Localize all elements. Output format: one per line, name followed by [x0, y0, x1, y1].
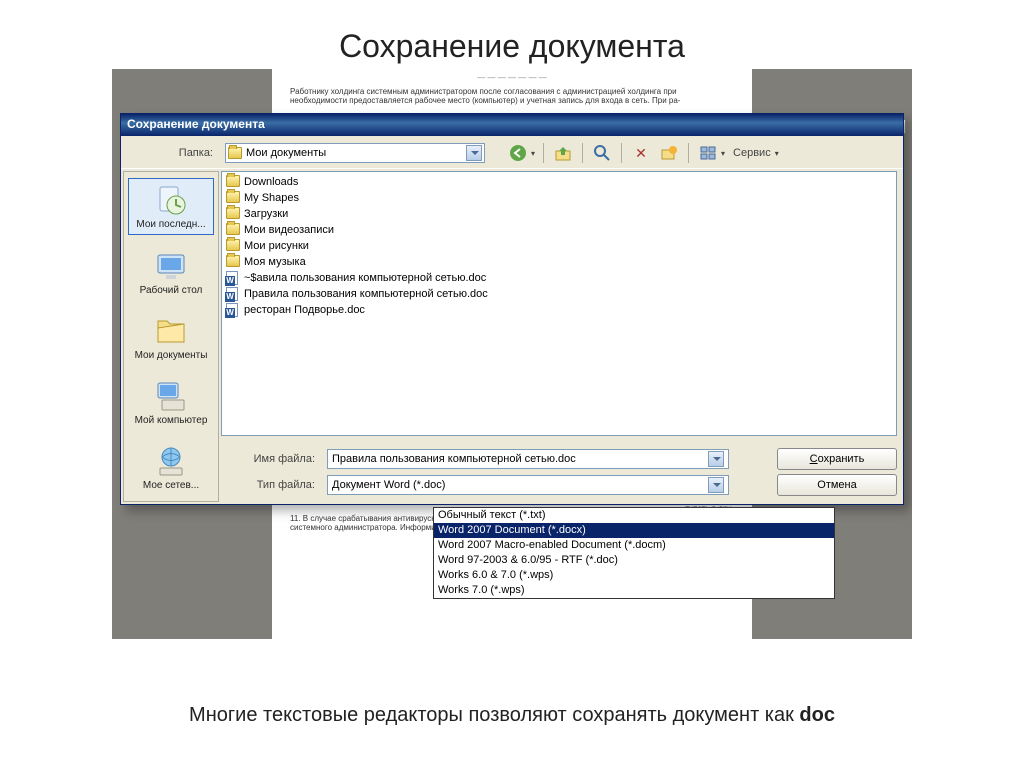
- filename-value: Правила пользования компьютерной сетью.d…: [332, 453, 576, 465]
- places-label: Мои документы: [130, 350, 212, 361]
- slide-title: Сохранение документа: [0, 0, 1024, 69]
- word-document-icon: [226, 287, 240, 301]
- file-name: ~$авила пользования компьютерной сетью.d…: [244, 272, 486, 284]
- slide-caption: Многие текстовые редакторы позволяют сох…: [0, 704, 1024, 727]
- filetype-option[interactable]: Word 2007 Document (*.docx): [434, 523, 834, 538]
- file-item[interactable]: ~$авила пользования компьютерной сетью.d…: [224, 270, 894, 286]
- filetype-value: Документ Word (*.doc): [332, 479, 445, 491]
- filetype-label: Тип файла:: [229, 479, 319, 491]
- folder-combo-value: Мои документы: [246, 147, 326, 159]
- file-name: Правила пользования компьютерной сетью.d…: [244, 288, 488, 300]
- file-name: Мои рисунки: [244, 240, 309, 252]
- views-icon[interactable]: [697, 142, 719, 164]
- word-document-icon: [226, 303, 240, 317]
- folder-icon: [226, 239, 240, 253]
- file-name: My Shapes: [244, 192, 299, 204]
- places-label: Рабочий стол: [130, 285, 212, 296]
- folder-icon: [228, 147, 242, 159]
- filetype-option[interactable]: Word 2007 Macro-enabled Document (*.docm…: [434, 538, 834, 553]
- tools-dropdown-arrow-icon[interactable]: ▾: [775, 149, 779, 158]
- chevron-down-icon[interactable]: [708, 451, 724, 467]
- file-name: Downloads: [244, 176, 298, 188]
- places-desktop[interactable]: Рабочий стол: [128, 245, 214, 300]
- dialog-titlebar: Сохранение документа: [121, 114, 903, 136]
- file-item[interactable]: Мои видеозаписи: [224, 222, 894, 238]
- my-computer-icon: [154, 379, 188, 413]
- filename-input[interactable]: Правила пользования компьютерной сетью.d…: [327, 449, 729, 469]
- desktop-icon: [154, 249, 188, 283]
- chevron-down-icon[interactable]: [708, 477, 724, 493]
- file-name: Загрузки: [244, 208, 288, 220]
- views-dropdown-arrow-icon[interactable]: ▾: [721, 149, 725, 158]
- delete-icon[interactable]: ✕: [630, 142, 652, 164]
- save-button[interactable]: Сохранить: [777, 448, 897, 470]
- filetype-option[interactable]: Обычный текст (*.txt): [434, 508, 834, 523]
- places-network[interactable]: Мое сетев...: [128, 440, 214, 495]
- file-item[interactable]: My Shapes: [224, 190, 894, 206]
- filetype-option[interactable]: Works 6.0 & 7.0 (*.wps): [434, 568, 834, 583]
- places-label: Мое сетев...: [130, 480, 212, 491]
- word-document-icon: [226, 271, 240, 285]
- bg-list-num: 11.: [290, 514, 301, 523]
- filetype-option[interactable]: Word 97-2003 & 6.0/95 - RTF (*.doc): [434, 553, 834, 568]
- new-folder-icon[interactable]: [658, 142, 680, 164]
- folder-icon: [226, 175, 240, 189]
- folder-icon: [226, 207, 240, 221]
- places-label: Мой компьютер: [130, 415, 212, 426]
- file-name: Моя музыка: [244, 256, 306, 268]
- folder-icon: [226, 191, 240, 205]
- chevron-down-icon[interactable]: [466, 145, 482, 161]
- folder-icon: [226, 255, 240, 269]
- folder-icon: [226, 223, 240, 237]
- filetype-combo[interactable]: Документ Word (*.doc): [327, 475, 729, 495]
- folder-label: Папка:: [129, 147, 219, 159]
- my-documents-icon: [154, 314, 188, 348]
- back-icon[interactable]: [507, 142, 529, 164]
- file-item[interactable]: Моя музыка: [224, 254, 894, 270]
- save-dialog: Сохранение документа Папка: Мои документ…: [120, 113, 904, 505]
- recent-documents-icon: [154, 183, 188, 217]
- file-item[interactable]: ресторан Подворье.doc: [224, 302, 894, 318]
- places-label: Мои последн...: [131, 219, 211, 230]
- back-dropdown-arrow-icon[interactable]: ▾: [531, 149, 535, 158]
- bg-text: Работнику холдинга системным администрат…: [290, 87, 734, 97]
- search-web-icon[interactable]: [591, 142, 613, 164]
- folder-combo[interactable]: Мои документы: [225, 143, 485, 163]
- tools-menu[interactable]: Сервис: [731, 147, 773, 159]
- places-bar: Мои последн... Рабочий стол Мои документ…: [123, 171, 219, 502]
- file-item[interactable]: Правила пользования компьютерной сетью.d…: [224, 286, 894, 302]
- up-one-level-icon[interactable]: [552, 142, 574, 164]
- dialog-toolbar: Папка: Мои документы ▾ ✕: [121, 136, 903, 168]
- file-list[interactable]: Downloads My Shapes Загрузки Мои видеозапис…: [221, 171, 897, 436]
- file-item[interactable]: Мои рисунки: [224, 238, 894, 254]
- places-my-documents[interactable]: Мои документы: [128, 310, 214, 365]
- filename-label: Имя файла:: [229, 453, 319, 465]
- places-recent[interactable]: Мои последн...: [128, 178, 214, 235]
- cancel-button[interactable]: Отмена: [777, 474, 897, 496]
- screenshot-area: — — — — — — — Работнику холдинга системн…: [112, 69, 912, 639]
- file-item[interactable]: Загрузки: [224, 206, 894, 222]
- places-my-computer[interactable]: Мой компьютер: [128, 375, 214, 430]
- filetype-dropdown-list[interactable]: Обычный текст (*.txt)Word 2007 Document …: [433, 507, 835, 599]
- bg-text: необходимости предоставляется рабочее ме…: [290, 96, 734, 106]
- network-places-icon: [154, 444, 188, 478]
- filetype-option[interactable]: Works 7.0 (*.wps): [434, 583, 834, 598]
- file-name: Мои видеозаписи: [244, 224, 334, 236]
- file-item[interactable]: Downloads: [224, 174, 894, 190]
- file-name: ресторан Подворье.doc: [244, 304, 365, 316]
